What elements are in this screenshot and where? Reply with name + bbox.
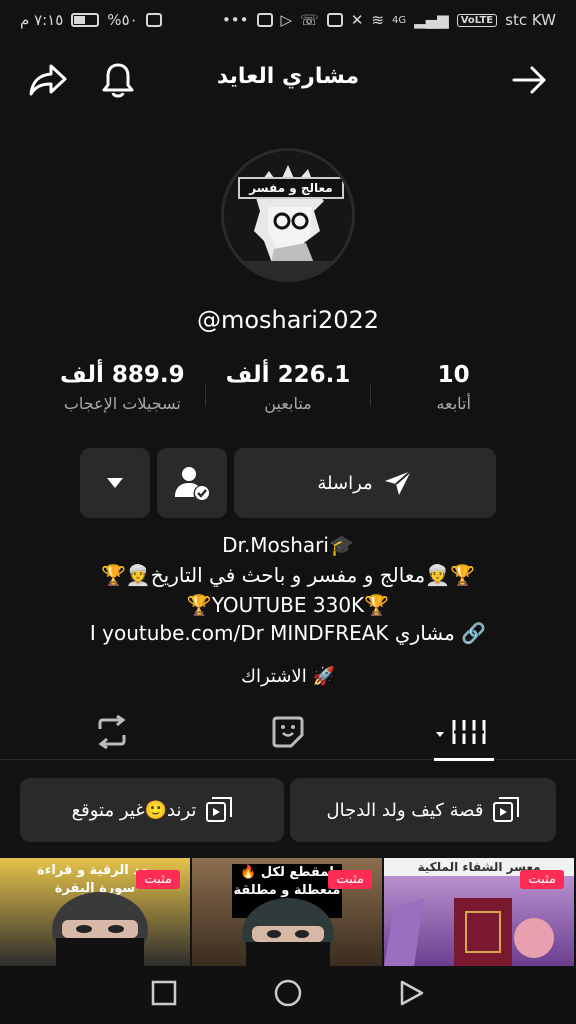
stat-label: أتابعه — [436, 394, 471, 413]
profile-header: مشاري العايد — [0, 50, 576, 110]
stat-label: متابعين — [264, 394, 312, 413]
video-thumbnail[interactable]: معسر الشفاء الملكية مثبت — [384, 858, 576, 966]
notification-dots: ••• — [221, 11, 249, 29]
person-icon — [242, 898, 334, 966]
back-nav-button[interactable] — [399, 979, 425, 1011]
stat-following[interactable]: 10 أتابعه — [371, 362, 536, 432]
nfc-icon — [145, 13, 162, 27]
video-thumbnail[interactable]: لمقطع لكل 🔥متعطلة و مطلقة🔥 مثبت — [192, 858, 384, 966]
square-icon — [151, 980, 177, 1006]
play-store-icon: ▷ — [280, 11, 293, 29]
more-options-button[interactable] — [80, 448, 150, 518]
subscription-label: الاشتراك — [241, 666, 307, 687]
grid-icon — [436, 720, 486, 744]
battery-text: %٥٠ — [107, 11, 138, 29]
playlist-item[interactable]: قصة كيف ولد الدجال — [290, 778, 556, 842]
time-text: ٧:١٥ م — [20, 11, 64, 29]
stats-row: 10 أتابعه 226.1 ألف متابعين 889.9 ألف تس… — [40, 362, 536, 432]
circle-icon — [274, 979, 302, 1007]
playlist-icon — [493, 797, 520, 822]
tab-videos[interactable] — [424, 704, 504, 761]
triangle-back-icon — [400, 980, 424, 1006]
stat-likes[interactable]: 889.9 ألف تسجيلات الإعجاب — [40, 362, 205, 432]
status-left: ٧:١٥ م %٥٠ — [20, 11, 162, 29]
playlist-label: ترند🙂غير متوقع — [71, 799, 197, 821]
bio-link[interactable]: 🔗 مشاري I youtube.com/Dr MINDFREAK — [20, 621, 556, 645]
tab-stickers[interactable] — [248, 704, 328, 760]
following-status-button[interactable] — [157, 448, 227, 518]
missed-call-icon: ✕ — [350, 11, 364, 29]
sticker-icon — [272, 716, 304, 748]
battery-icon — [71, 13, 100, 27]
repost-icon — [98, 715, 126, 749]
page-title: مشاري العايد — [216, 64, 360, 89]
message-button[interactable]: مراسلة — [234, 448, 496, 518]
instagram-icon — [256, 13, 273, 27]
avatar-banner: معالج و مفسر — [238, 177, 344, 199]
playlist-icon — [206, 797, 233, 822]
bio-line: 🏆👳معالج و مفسر و باحث في التاريخ👳🏆 — [100, 563, 476, 587]
home-button[interactable] — [273, 978, 303, 1012]
person-icon — [52, 892, 148, 966]
avatar[interactable]: معالج و مفسر — [221, 148, 355, 282]
bio-link-text: مشاري I youtube.com/Dr MINDFREAK — [89, 621, 455, 645]
youtube-icon — [326, 13, 343, 27]
subscription-button[interactable]: 🚀 الاشتراك — [20, 666, 556, 687]
carrier-text: stc KW — [505, 11, 556, 29]
status-right: ••• ▷ ☏ ✕ ≋ 4G ▂▄▆ VoLTE stc KW — [222, 11, 556, 29]
stat-followers[interactable]: 226.1 ألف متابعين — [206, 362, 371, 432]
signal-icon: ▂▄▆ — [414, 11, 449, 29]
battery-fill — [74, 16, 86, 24]
volte-badge: VoLTE — [456, 13, 498, 27]
playlist-item[interactable]: ترند🙂غير متوقع — [20, 778, 284, 842]
stat-label: تسجيلات الإعجاب — [63, 394, 181, 413]
user-check-icon — [175, 467, 209, 500]
stat-value: 10 — [437, 362, 470, 388]
video-grid: بعد الرقية و قراءة سورة البقرة مثبت لمقط… — [0, 858, 576, 966]
avatar-illustration — [224, 151, 352, 279]
subscription-icon: 🚀 — [312, 666, 335, 687]
recents-button[interactable] — [151, 980, 177, 1010]
system-nav-bar — [0, 966, 576, 1024]
stat-value: 226.1 ألف — [225, 362, 351, 388]
video-thumbnail[interactable]: بعد الرقية و قراءة سورة البقرة مثبت — [0, 858, 192, 966]
bio-line: 🎓Dr.Moshari — [222, 533, 354, 557]
bio: 🎓Dr.Moshari 🏆👳معالج و مفسر و باحث في الت… — [20, 530, 556, 620]
back-button[interactable] — [508, 60, 552, 100]
quran-book-icon — [384, 898, 554, 966]
arrow-right-icon — [512, 66, 546, 94]
send-icon — [384, 470, 412, 495]
content-tabs — [0, 704, 576, 761]
bio-line: 🏆YOUTUBE 330K🏆 — [186, 593, 390, 617]
network-type: 4G — [391, 14, 407, 26]
playlist-label: قصة كيف ولد الدجال — [326, 799, 484, 821]
stat-value: 889.9 ألف — [59, 362, 185, 388]
wifi-icon: ≋ — [371, 11, 384, 29]
message-button-label: مراسلة — [317, 472, 373, 494]
link-icon: 🔗 — [461, 621, 487, 645]
username: @moshari2022 — [196, 306, 380, 334]
call-icon: ☏ — [300, 11, 319, 29]
status-bar: ٧:١٥ م %٥٠ ••• ▷ ☏ ✕ ≋ 4G ▂▄▆ VoLTE stc … — [0, 0, 576, 40]
tab-reposts[interactable] — [72, 704, 152, 760]
caret-down-icon — [107, 478, 123, 488]
